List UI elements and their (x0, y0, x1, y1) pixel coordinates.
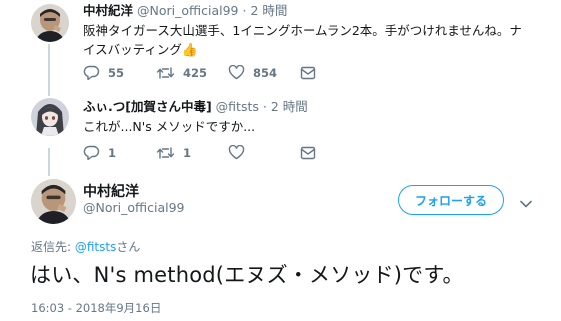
tweet-actions: 1 1 (83, 145, 316, 160)
main-tweet-text: はい、N's method(エヌズ・メソッド)です。 (30, 263, 464, 287)
reply-button[interactable]: 55 (83, 65, 156, 80)
reply-suffix: さん (116, 240, 141, 254)
retweet-button[interactable]: 425 (156, 66, 228, 80)
reply-context: 返信先: @fitstsさん (31, 238, 140, 255)
retweet-icon (156, 66, 175, 80)
reply-icon (83, 145, 100, 160)
like-count: 854 (253, 65, 278, 80)
tweet-time[interactable]: 2 時間 (271, 99, 308, 114)
chevron-down-icon[interactable] (519, 194, 533, 213)
tweet-text-line: これが...N's メソッドですか... (83, 119, 256, 134)
tweet-header: ふぃ.つ[加賀さん中毒] @fitsts · 2 時間 (83, 99, 308, 115)
tweet-text: 阪神タイガース大山選手、1イニングホームラン2本。手がつけれませんね。ナ イスバ… (83, 21, 553, 60)
tweet-text-line: イスバッティング👍 (83, 40, 553, 60)
author-handle[interactable]: @Nori_official99 (137, 3, 238, 18)
reply-icon (83, 65, 100, 80)
like-button[interactable] (228, 145, 300, 160)
reply-prefix: 返信先: (31, 240, 75, 254)
retweet-icon (156, 146, 175, 160)
tweet-text-line: 阪神タイガース大山選手、1イニングホームラン2本。手がつけれませんね。ナ (83, 23, 522, 38)
author-handle[interactable]: @fitsts (216, 99, 259, 114)
reply-count: 1 (108, 145, 117, 160)
follow-button[interactable]: フォローする (398, 185, 504, 215)
separator-dot: · (242, 3, 247, 18)
retweet-count: 425 (183, 65, 208, 80)
reply-to-link[interactable]: @fitsts (75, 240, 116, 254)
tweet-time[interactable]: 2 時間 (250, 3, 287, 18)
author-name[interactable]: 中村紀洋 (83, 3, 133, 18)
like-button[interactable]: 854 (228, 65, 300, 80)
dm-button[interactable] (300, 66, 316, 80)
retweet-button[interactable]: 1 (156, 146, 228, 160)
author-handle[interactable]: @Nori_official99 (83, 200, 184, 215)
like-icon (228, 65, 245, 80)
dm-icon (300, 66, 316, 80)
tweet-text-line-2: イスバッティング (83, 42, 182, 57)
thread-line (48, 148, 50, 176)
author-name[interactable]: 中村紀洋 (83, 181, 139, 201)
author-name[interactable]: ふぃ.つ[加賀さん中毒] (83, 99, 212, 114)
separator-dot: · (262, 99, 267, 114)
tweet-timestamp[interactable]: 16:03 - 2018年9月16日 (31, 300, 161, 316)
tweet-header: 中村紀洋 @Nori_official99 · 2 時間 (83, 3, 287, 19)
retweet-count: 1 (183, 145, 192, 160)
tweet-text: これが...N's メソッドですか... (83, 117, 553, 136)
dm-button[interactable] (300, 146, 316, 160)
reply-button[interactable]: 1 (83, 145, 156, 160)
thread-line (48, 44, 50, 96)
reply-count: 55 (108, 65, 125, 80)
dm-icon (300, 146, 316, 160)
thumbs-up-emoji: 👍 (181, 43, 199, 58)
avatar[interactable] (31, 179, 76, 224)
avatar[interactable] (31, 4, 69, 42)
tweet-actions: 55 425 854 (83, 65, 316, 80)
like-icon (228, 145, 245, 160)
avatar[interactable] (31, 98, 69, 136)
